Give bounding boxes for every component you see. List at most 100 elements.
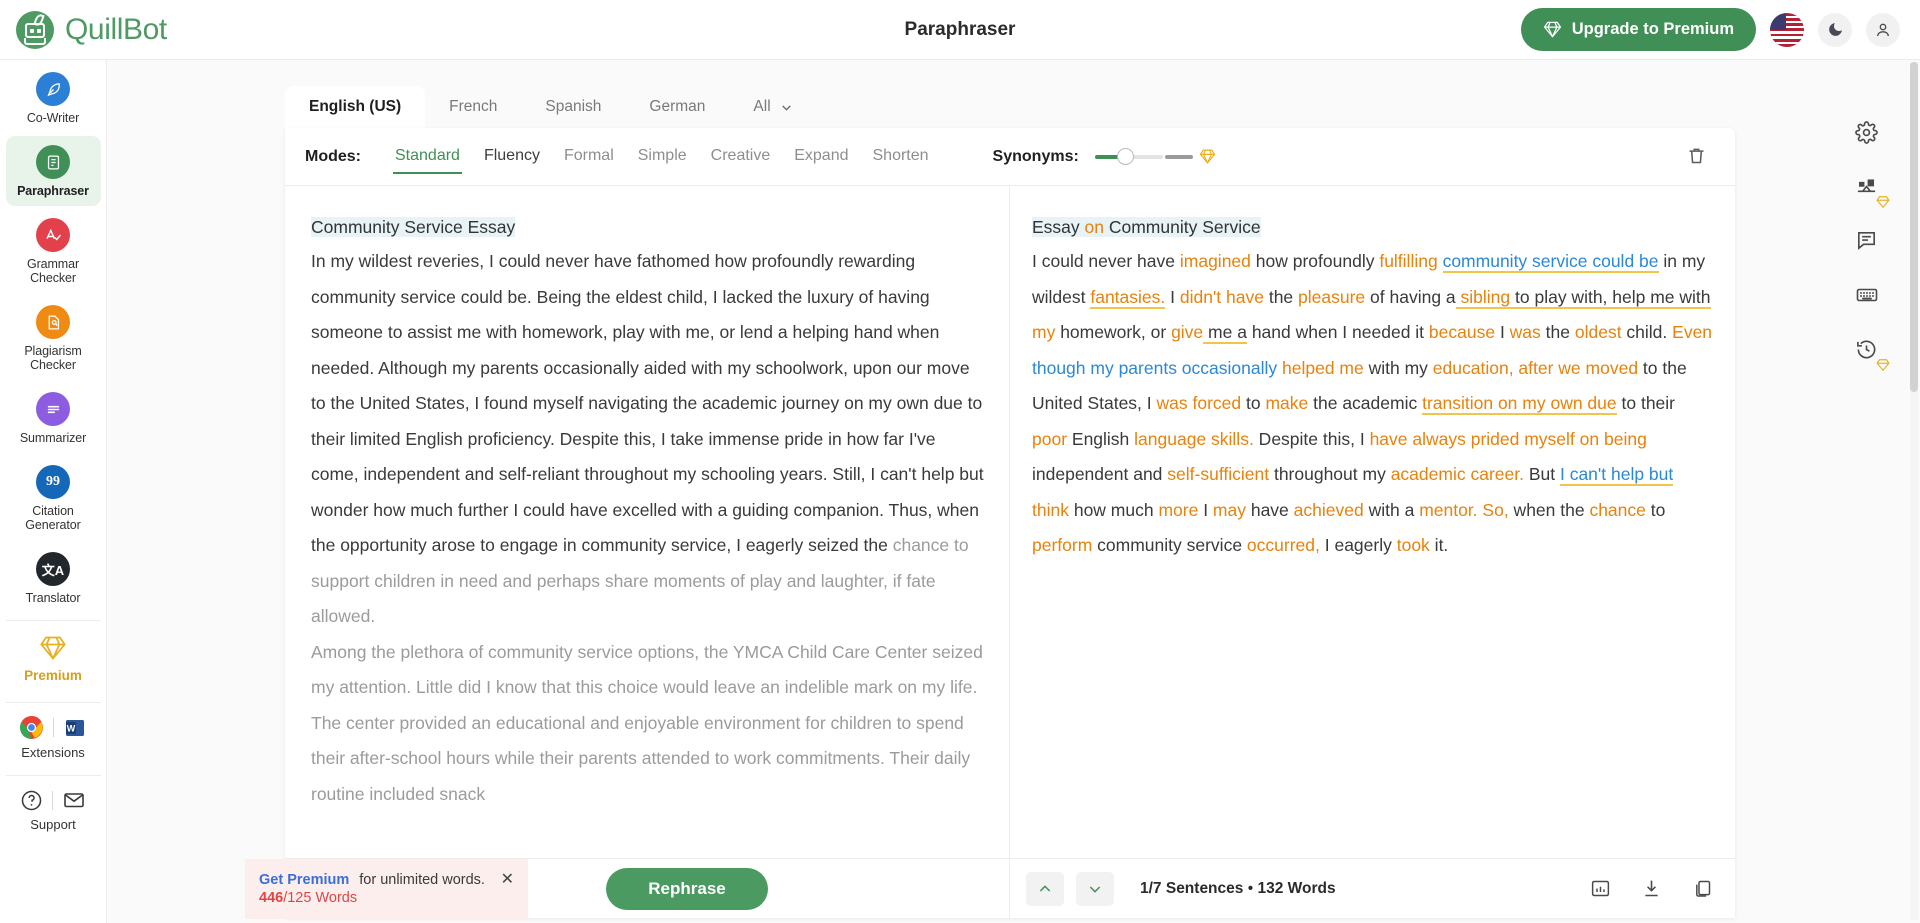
trash-icon[interactable] bbox=[1682, 141, 1711, 173]
output-text-run[interactable]: to play with, help me with bbox=[1510, 286, 1711, 309]
close-x-icon[interactable]: ✕ bbox=[501, 871, 514, 888]
us-flag-icon[interactable] bbox=[1770, 12, 1804, 47]
output-text-run[interactable]: have always prided myself on being bbox=[1370, 429, 1647, 449]
output-text-run[interactable]: I bbox=[1198, 500, 1213, 520]
slider-handle[interactable] bbox=[1116, 147, 1134, 165]
sidebar-item-co-writer[interactable]: Co-Writer bbox=[6, 63, 101, 133]
output-text-run[interactable]: mentor. So, bbox=[1419, 500, 1509, 520]
output-text-run[interactable]: sibling bbox=[1455, 286, 1511, 309]
mode-simple[interactable]: Simple bbox=[626, 141, 699, 173]
output-text-panel[interactable]: Essay on Community Service I could never… bbox=[1010, 186, 1734, 858]
download-icon[interactable] bbox=[1639, 876, 1664, 901]
get-premium-link[interactable]: Get Premium bbox=[259, 872, 349, 888]
mode-expand[interactable]: Expand bbox=[782, 141, 860, 173]
output-text-run[interactable]: fantasies. bbox=[1090, 286, 1166, 309]
tab-french[interactable]: French bbox=[425, 86, 521, 129]
compare-balance-icon[interactable] bbox=[1852, 172, 1890, 209]
output-text-run[interactable]: Even bbox=[1672, 322, 1712, 342]
output-text-run[interactable]: more bbox=[1158, 500, 1198, 520]
output-text-run[interactable]: poor bbox=[1032, 429, 1067, 449]
output-text-run[interactable]: think bbox=[1032, 500, 1069, 520]
rephrase-button[interactable]: Rephrase bbox=[606, 867, 768, 910]
output-text-run[interactable]: was forced bbox=[1157, 393, 1242, 413]
envelope-icon[interactable] bbox=[62, 788, 86, 812]
output-text-run[interactable]: with a bbox=[1364, 500, 1419, 520]
output-text-run[interactable]: helped me bbox=[1282, 358, 1364, 378]
tab-english-us[interactable]: English (US) bbox=[285, 86, 426, 129]
sidebar-item-paraphraser[interactable]: Paraphraser bbox=[5, 136, 101, 206]
mode-standard[interactable]: Standard bbox=[383, 141, 472, 174]
sidebar-item-support[interactable]: Support bbox=[6, 776, 101, 840]
output-text-run[interactable]: though my parents occasionally bbox=[1032, 358, 1277, 378]
output-text-run[interactable]: me a bbox=[1203, 322, 1247, 344]
output-text-run[interactable]: have bbox=[1246, 500, 1294, 520]
output-title-run[interactable]: Community Service bbox=[1104, 217, 1261, 237]
input-text-editor[interactable]: Community Service Essay In my wildest re… bbox=[285, 186, 1010, 858]
output-text-run[interactable]: the academic bbox=[1308, 393, 1422, 413]
output-text-run[interactable]: transition on my own due bbox=[1422, 393, 1617, 415]
mode-shorten[interactable]: Shorten bbox=[861, 141, 941, 173]
brand-logo[interactable]: QuillBot bbox=[16, 10, 167, 49]
copy-icon[interactable] bbox=[1690, 876, 1715, 901]
output-text-run[interactable]: occurred, bbox=[1247, 535, 1320, 555]
output-title-run[interactable]: Essay bbox=[1032, 217, 1085, 237]
comment-icon[interactable] bbox=[1852, 226, 1881, 258]
output-text-run[interactable]: my bbox=[1032, 322, 1055, 342]
tab-german[interactable]: German bbox=[625, 86, 729, 129]
output-text-run[interactable]: throughout my bbox=[1269, 464, 1391, 484]
output-text-run[interactable]: the bbox=[1264, 287, 1298, 307]
sidebar-item-extensions[interactable]: W Extensions bbox=[6, 703, 101, 768]
previous-sentence-button[interactable] bbox=[1026, 871, 1064, 906]
user-avatar-icon[interactable] bbox=[1866, 12, 1900, 47]
chart-bar-icon[interactable] bbox=[1588, 876, 1613, 901]
output-text-run[interactable]: make bbox=[1265, 393, 1308, 413]
output-text-run[interactable]: imagined bbox=[1180, 251, 1251, 271]
output-text-run[interactable]: community service bbox=[1092, 535, 1247, 555]
sidebar-item-grammar-checker[interactable]: Grammar Checker bbox=[6, 209, 101, 293]
next-sentence-button[interactable] bbox=[1076, 871, 1114, 906]
output-text-run[interactable]: But bbox=[1524, 464, 1560, 484]
output-text-run[interactable]: with my bbox=[1364, 358, 1433, 378]
output-text-run[interactable] bbox=[1438, 251, 1443, 271]
output-text-run[interactable]: hand when I needed it bbox=[1247, 322, 1429, 342]
mode-creative[interactable]: Creative bbox=[699, 141, 783, 173]
output-text-run[interactable]: give bbox=[1171, 322, 1203, 342]
output-text-run[interactable]: may bbox=[1213, 500, 1246, 520]
output-text-run[interactable]: didn't have bbox=[1180, 287, 1264, 307]
mode-fluency[interactable]: Fluency bbox=[472, 141, 552, 173]
output-title-run[interactable]: on bbox=[1085, 217, 1104, 237]
output-text-run[interactable]: took bbox=[1397, 535, 1430, 555]
output-text-run[interactable]: perform bbox=[1032, 535, 1092, 555]
sidebar-item-summarizer[interactable]: Summarizer bbox=[6, 383, 101, 453]
gear-icon[interactable] bbox=[1852, 118, 1881, 150]
sidebar-item-premium[interactable]: Premium bbox=[6, 621, 101, 695]
help-circle-icon[interactable] bbox=[20, 789, 43, 812]
output-text-run[interactable]: I bbox=[1495, 322, 1510, 342]
output-text-run[interactable]: language skills. bbox=[1134, 429, 1254, 449]
output-text-run[interactable]: English bbox=[1067, 429, 1134, 449]
page-scrollbar-thumb[interactable] bbox=[1910, 62, 1918, 392]
output-text-run[interactable]: to their bbox=[1617, 393, 1676, 413]
output-text-run[interactable]: self-sufficient bbox=[1167, 464, 1269, 484]
output-text-run[interactable]: achieved bbox=[1294, 500, 1364, 520]
synonyms-slider[interactable] bbox=[1094, 147, 1193, 167]
history-clock-icon[interactable] bbox=[1852, 335, 1890, 372]
output-text-run[interactable]: community service could be bbox=[1442, 251, 1659, 273]
output-text-run[interactable]: to bbox=[1241, 393, 1265, 413]
sidebar-item-translator[interactable]: 文A Translator bbox=[6, 543, 101, 613]
moon-icon[interactable] bbox=[1818, 12, 1852, 47]
output-text-run[interactable]: chance bbox=[1589, 500, 1645, 520]
mode-formal[interactable]: Formal bbox=[552, 141, 626, 173]
output-text-run[interactable]: I eagerly bbox=[1320, 535, 1397, 555]
output-text-run[interactable]: it. bbox=[1430, 535, 1449, 555]
output-text-run[interactable]: was bbox=[1510, 322, 1541, 342]
output-text-run[interactable]: because bbox=[1429, 322, 1495, 342]
output-text-run[interactable]: of having a bbox=[1365, 287, 1456, 307]
output-text-run[interactable]: child. bbox=[1622, 322, 1673, 342]
microsoft-word-icon[interactable]: W bbox=[63, 716, 87, 740]
upgrade-to-premium-button[interactable]: Upgrade to Premium bbox=[1520, 8, 1756, 51]
output-text-run[interactable]: fulfilling bbox=[1379, 251, 1437, 271]
output-text-run[interactable]: education, after we moved bbox=[1433, 358, 1638, 378]
sidebar-item-plagiarism-checker[interactable]: Plagiarism Checker bbox=[6, 296, 101, 380]
output-text-run[interactable]: Despite this, I bbox=[1254, 429, 1370, 449]
